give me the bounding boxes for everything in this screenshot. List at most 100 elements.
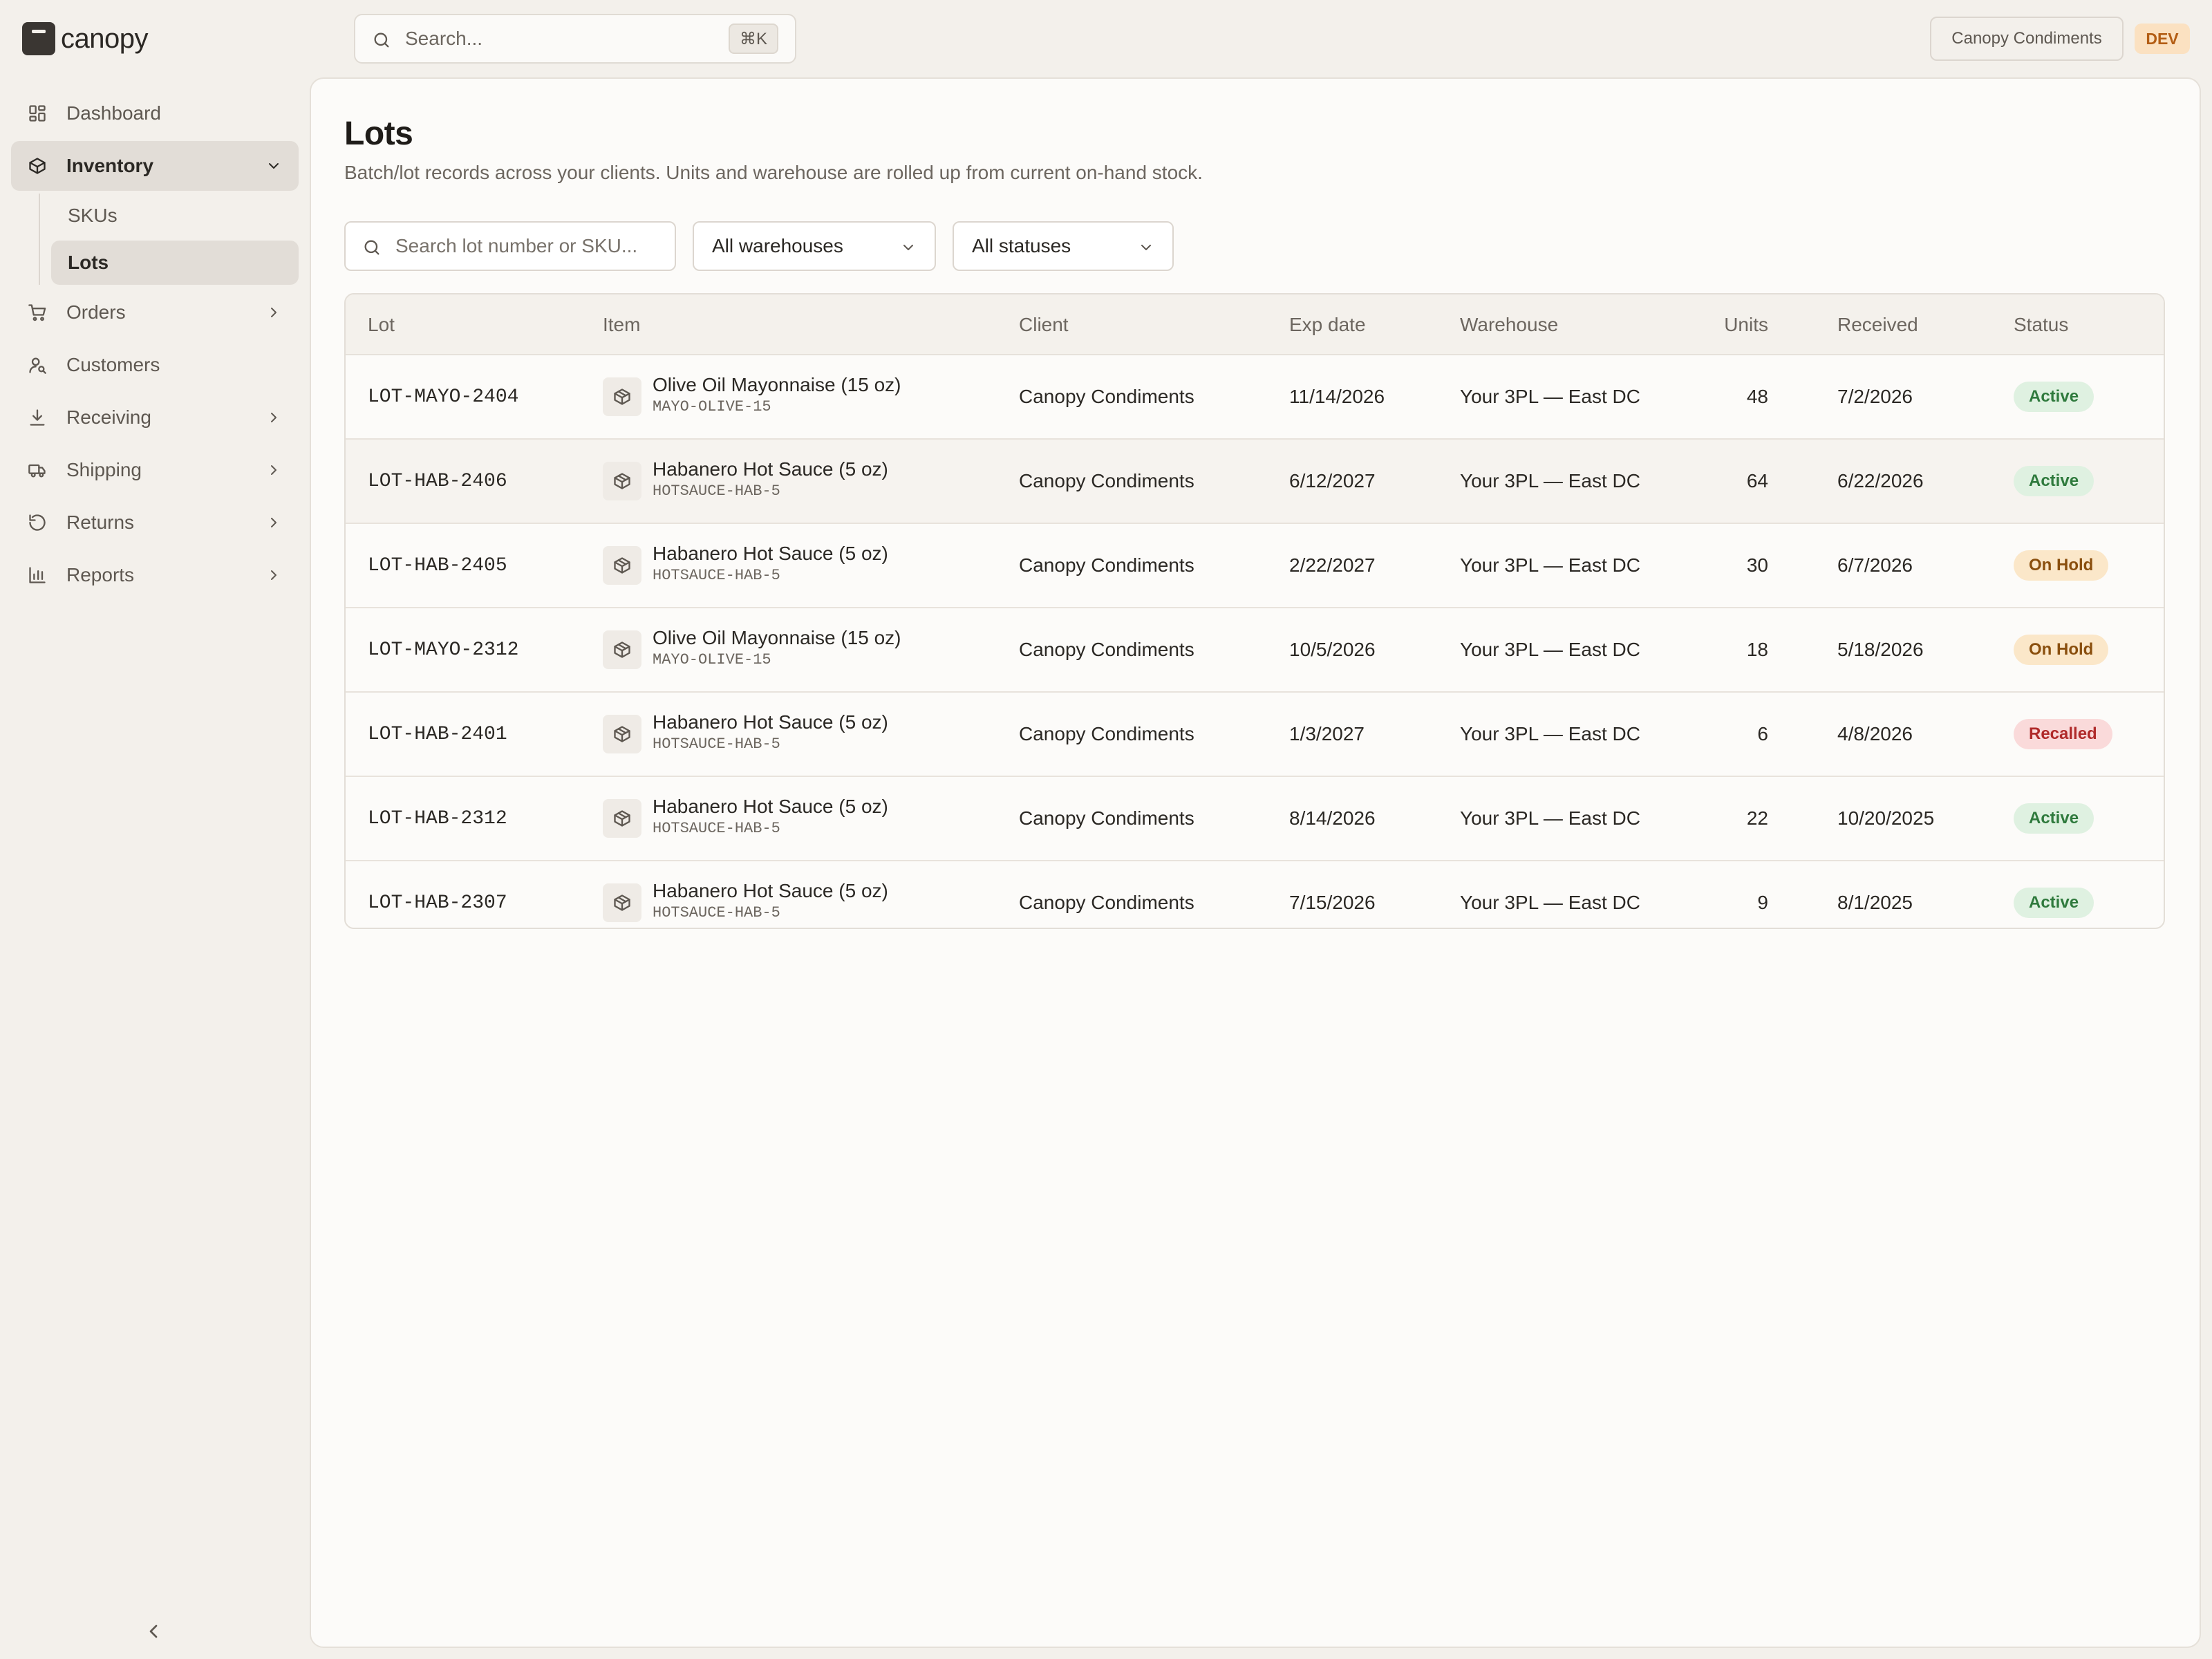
lots-table: Lot Item Client Exp date Warehouse Units… <box>344 293 2165 929</box>
sidebar-item-label: Shipping <box>66 459 142 480</box>
column-header-received[interactable]: Received <box>1837 294 1918 355</box>
lot-number[interactable]: LOT-MAYO-2404 <box>368 355 518 438</box>
item-cell: Habanero Hot Sauce (5 oz) HOTSAUCE-HAB-5 <box>603 693 990 776</box>
item-sku: HOTSAUCE-HAB-5 <box>653 482 780 500</box>
sidebar-item-inventory[interactable]: Inventory <box>11 141 299 191</box>
search-icon <box>374 32 389 48</box>
item-sku: HOTSAUCE-HAB-5 <box>653 820 780 837</box>
warehouse-filter-select[interactable]: All warehouses <box>693 221 936 271</box>
table-row[interactable]: LOT-HAB-2312 Habanero Hot Sauce (5 oz) H… <box>346 777 2164 861</box>
sidebar-item-customers[interactable]: Customers <box>11 340 299 390</box>
sidebar-item-reports[interactable]: Reports <box>11 550 299 600</box>
sidebar-item-dashboard[interactable]: Dashboard <box>11 88 299 138</box>
column-header-client[interactable]: Client <box>1019 294 1069 355</box>
chevron-down-icon <box>903 245 913 250</box>
global-search-placeholder: Search... <box>405 28 483 49</box>
collapse-sidebar-icon[interactable] <box>142 1620 165 1642</box>
column-header-units[interactable]: Units <box>1659 294 1768 355</box>
sidebar-item-label: Receiving <box>66 406 151 428</box>
global-search-input[interactable]: Search... ⌘K <box>354 14 796 64</box>
chevron-down-icon <box>1141 245 1151 250</box>
exp-date: 11/14/2026 <box>1289 386 1385 407</box>
received-date: 5/18/2026 <box>1837 639 1924 660</box>
column-header-warehouse[interactable]: Warehouse <box>1460 294 1558 355</box>
sidebar-item-receiving[interactable]: Receiving <box>11 393 299 442</box>
table-row[interactable]: LOT-MAYO-2312 Olive Oil Mayonnaise (15 o… <box>346 608 2164 693</box>
item-name: Habanero Hot Sauce (5 oz) <box>653 711 888 733</box>
status-cell: Active <box>2014 440 2094 523</box>
warehouse-name: Your 3PL — East DC <box>1460 807 1640 829</box>
received-date: 10/20/2025 <box>1837 807 1935 829</box>
units-count: 22 <box>1746 807 1768 829</box>
table-row[interactable]: LOT-MAYO-2404 Olive Oil Mayonnaise (15 o… <box>346 355 2164 440</box>
cart-icon <box>28 304 46 321</box>
table-row[interactable]: LOT-HAB-2405 Habanero Hot Sauce (5 oz) H… <box>346 524 2164 608</box>
status-cell: Active <box>2014 777 2094 860</box>
table-row[interactable]: LOT-HAB-2406 Habanero Hot Sauce (5 oz) H… <box>346 440 2164 524</box>
chevron-right-icon <box>271 413 276 422</box>
shortcut-hint: ⌘K <box>728 24 778 54</box>
env-badge: DEV <box>2135 24 2190 54</box>
sidebar-item-shipping[interactable]: Shipping <box>11 445 299 495</box>
exp-date: 6/12/2027 <box>1289 470 1376 491</box>
table-row[interactable]: LOT-HAB-2307 Habanero Hot Sauce (5 oz) H… <box>346 861 2164 928</box>
units-count: 9 <box>1757 892 1768 913</box>
column-header-item[interactable]: Item <box>603 294 640 355</box>
lot-number[interactable]: LOT-HAB-2307 <box>368 861 507 928</box>
status-badge: Recalled <box>2014 719 2112 749</box>
column-header-exp-date[interactable]: Exp date <box>1289 294 1366 355</box>
lot-number[interactable]: LOT-HAB-2406 <box>368 440 507 523</box>
status-filter-select[interactable]: All statuses <box>953 221 1174 271</box>
lot-number[interactable]: LOT-HAB-2401 <box>368 693 507 776</box>
product-box-icon <box>603 883 641 922</box>
page-subtitle: Batch/lot records across your clients. U… <box>344 162 1203 183</box>
app-name: canopy <box>61 23 148 54</box>
sidebar-subitem-label: SKUs <box>68 205 118 226</box>
lot-number[interactable]: LOT-MAYO-2312 <box>368 608 518 691</box>
lot-number[interactable]: LOT-HAB-2405 <box>368 524 507 607</box>
sidebar-subitem-lots[interactable]: Lots <box>51 241 299 285</box>
download-icon <box>30 409 45 426</box>
app-logo[interactable]: canopy <box>22 21 148 57</box>
chevron-right-icon <box>271 465 276 475</box>
warehouse-name: Your 3PL — East DC <box>1460 470 1640 491</box>
sidebar-item-returns[interactable]: Returns <box>11 498 299 547</box>
exp-date: 10/5/2026 <box>1289 639 1376 660</box>
status-badge: Active <box>2014 888 2094 918</box>
chevron-down-icon <box>269 163 279 169</box>
item-sku: HOTSAUCE-HAB-5 <box>653 904 780 921</box>
units-count: 18 <box>1746 639 1768 660</box>
truck-icon <box>28 464 46 478</box>
column-header-lot[interactable]: Lot <box>368 294 395 355</box>
bar-chart-icon <box>29 567 46 583</box>
sidebar-subitem-skus[interactable]: SKUs <box>51 194 299 238</box>
logo-mark-icon <box>22 22 55 55</box>
units-count: 48 <box>1746 386 1768 407</box>
item-name: Habanero Hot Sauce (5 oz) <box>653 796 888 817</box>
status-cell: Active <box>2014 861 2094 928</box>
item-cell: Habanero Hot Sauce (5 oz) HOTSAUCE-HAB-5 <box>603 524 990 607</box>
sidebar-item-label: Reports <box>66 564 135 585</box>
warehouse-name: Your 3PL — East DC <box>1460 386 1640 407</box>
client-name: Canopy Condiments <box>1019 639 1194 660</box>
column-header-status[interactable]: Status <box>2014 294 2068 355</box>
warehouse-name: Your 3PL — East DC <box>1460 639 1640 660</box>
table-row[interactable]: LOT-HAB-2401 Habanero Hot Sauce (5 oz) H… <box>346 693 2164 777</box>
item-name: Habanero Hot Sauce (5 oz) <box>653 458 888 480</box>
received-date: 8/1/2025 <box>1837 892 1913 913</box>
product-box-icon <box>603 377 641 416</box>
received-date: 7/2/2026 <box>1837 386 1913 407</box>
client-name: Canopy Condiments <box>1019 892 1194 913</box>
sidebar-item-orders[interactable]: Orders <box>11 288 299 337</box>
item-sku: HOTSAUCE-HAB-5 <box>653 735 780 753</box>
customers-icon <box>29 357 46 374</box>
item-name: Habanero Hot Sauce (5 oz) <box>653 543 888 564</box>
exp-date: 8/14/2026 <box>1289 807 1376 829</box>
lot-search-input[interactable]: Search lot number or SKU... <box>344 221 676 271</box>
page-title: Lots <box>344 115 413 152</box>
item-sku: MAYO-OLIVE-15 <box>653 651 771 668</box>
client-switcher[interactable]: Canopy Condiments <box>1930 17 2124 61</box>
chevron-right-icon <box>271 518 276 527</box>
lot-number[interactable]: LOT-HAB-2312 <box>368 777 507 860</box>
units-count: 64 <box>1746 470 1768 491</box>
